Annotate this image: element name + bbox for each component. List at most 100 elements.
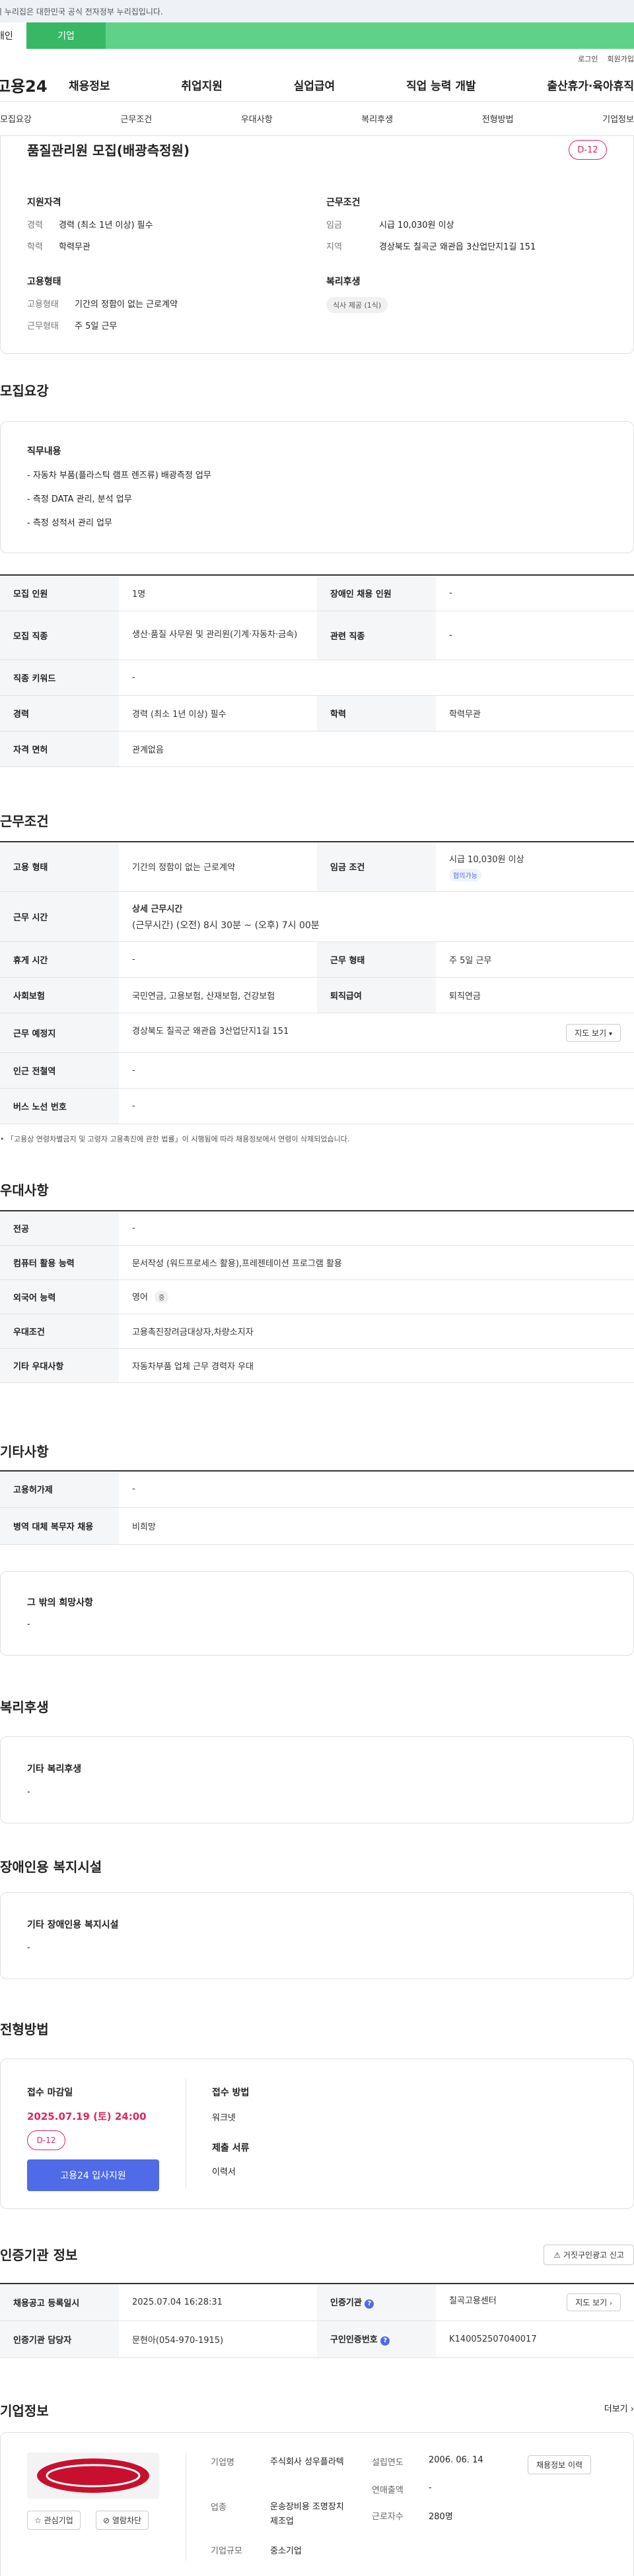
gnb-item-employment-support[interactable]: 취업지원 <box>181 77 223 93</box>
conditions-title: 근무조건 <box>326 197 361 208</box>
welfare-box: 기타 복리후생 - <box>0 1736 634 1823</box>
anchor-preference[interactable]: 우대사항 <box>241 112 273 125</box>
age-law-note: • 「고용상 연령차별금지 및 고령자 고용촉진에 관한 법률」이 시행됨에 따… <box>0 1135 350 1143</box>
company-logo <box>27 2452 159 2499</box>
work-table: 고용 형태 기간의 정함이 없는 근로계약 임금 조건 시급 10,030원 이… <box>0 840 634 1124</box>
login-link[interactable]: 로그인 <box>578 53 598 64</box>
cert-map-button[interactable]: 지도 보기 › <box>567 2293 621 2311</box>
preference-table: 전공 - 컴퓨터 활용 능력 문서작성 (워드프로세스 활용),프레젠테이션 프… <box>0 1210 634 1383</box>
job-summary-card: 품질관리원 모집(배광측정원) D-12 지원자격 경력 경력 (최소 1년 이상… <box>0 136 634 354</box>
gnb-item-job-training[interactable]: 직업 능력 개발 <box>406 77 476 93</box>
etc-wish-box: 그 밖의 희망사항 - <box>0 1571 634 1656</box>
table-row: 컴퓨터 활용 능력 문서작성 (워드프로세스 활용),프레젠테이션 프로그램 활… <box>0 1245 634 1280</box>
info-icon[interactable]: ? <box>365 2299 374 2309</box>
duty-list: - 자동차 부품(플라스틱 램프 렌즈류) 배광측정 업무 - 측정 DATA … <box>27 464 211 535</box>
table-row: 기타 우대사항 자동차부품 업체 근무 경력자 우대 <box>0 1348 634 1383</box>
gov-notice-bar: 이 누리집은 대한민국 공식 전자정부 누리집입니다. <box>0 0 634 22</box>
recruit-section-title: 모집요강 <box>0 383 49 399</box>
employment-block: 고용형태 고용형태 기간의 정함이 없는 근로계약 근무형태 주 5일 근무 <box>27 275 304 341</box>
disabled-facility-box: 기타 장애인용 복지시설 - <box>0 1892 634 1979</box>
alert-icon: ⚠ <box>553 2251 561 2260</box>
note-bullet-icon: • <box>0 1135 5 1143</box>
duty-item: - 측정 성적서 관리 업무 <box>27 518 112 528</box>
favorite-company-button[interactable]: ☆ 관심기업 <box>27 2510 81 2530</box>
recruit-table: 모집 인원 1명 장애인 채용 인원 - 모집 직종 생산·품질 사무원 및 관… <box>0 574 634 767</box>
table-row: 경력 경력 (최소 1년 이상) 필수 학력 학력무관 <box>0 695 634 731</box>
disabled-facility-section-title: 장애인용 복지시설 <box>0 1859 102 1875</box>
company-more-link[interactable]: 더보기 › <box>604 2402 634 2414</box>
anchor-company[interactable]: 기업정보 <box>602 112 634 125</box>
anchor-recruit[interactable]: 모집요강 <box>0 112 32 125</box>
gov-notice-text: 이 누리집은 대한민국 공식 전자정부 누리집입니다. <box>0 7 163 17</box>
anchor-welfare[interactable]: 복리후생 <box>361 112 393 125</box>
table-row: 인증기관 담당자 문현아(054-970-1915) 구인인증번호 ? K140… <box>0 2321 634 2358</box>
chevron-right-icon: › <box>630 2404 634 2414</box>
user-type-tabs: 개인 기업 <box>0 22 634 49</box>
gnb-item-parental-leave[interactable]: 출산휴가·육아휴직 <box>547 77 634 93</box>
table-row: 근무 시간 상세 근무시간 (근무시간) (오전) 8시 30분 ~ (오후) … <box>0 891 634 942</box>
language-level-badge: 중 <box>155 1291 169 1303</box>
duty-title: 직무내용 <box>27 446 61 457</box>
welfare-section-title: 복리후생 <box>0 1699 49 1715</box>
dday-badge: D-12 <box>569 140 607 160</box>
dday-badge: D-12 <box>27 2130 65 2150</box>
job-title: 품질관리원 모집(배광측정원) <box>27 143 190 158</box>
deadline-date: 2025.07.19 (토) 24:00 <box>27 2111 147 2122</box>
map-view-button[interactable]: 지도 보기 ▾ <box>566 1024 621 1042</box>
tab-strip-fill <box>106 22 634 49</box>
welfare-summary-block: 복리후생 식사 제공 (1식) <box>326 275 617 313</box>
table-row: 고용허가제 - <box>0 1470 634 1508</box>
welfare-badge: 식사 제공 (1식) <box>326 297 388 313</box>
info-icon[interactable]: ? <box>380 2336 390 2346</box>
company-name: 주식회사 성우플라텍 <box>270 2457 344 2467</box>
table-row: 전공 - <box>0 1211 634 1246</box>
site-logo[interactable]: 고용24 <box>0 73 69 96</box>
join-link[interactable]: 회원가입 <box>608 53 634 64</box>
gnb-menu: 채용정보 취업지원 실업급여 직업 능력 개발 출산휴가·육아휴직 <box>69 77 634 93</box>
table-row: 고용 형태 기간의 정함이 없는 근로계약 임금 조건 시급 10,030원 이… <box>0 841 634 892</box>
anchor-work[interactable]: 근무조건 <box>120 112 152 125</box>
employment-title: 고용형태 <box>27 277 61 287</box>
false-ad-report-button[interactable]: ⚠ 거짓구인광고 신고 <box>544 2245 634 2265</box>
apply-button[interactable]: 고용24 입사지원 <box>27 2159 159 2191</box>
welfare-summary-title: 복리후생 <box>326 277 361 287</box>
table-row: 휴게 시간 - 근무 형태 주 5일 근무 <box>0 941 634 978</box>
etc-table: 고용허가제 - 병역 대체 복무자 채용 비희망 <box>0 1470 634 1545</box>
block-view-button[interactable]: ⊘ 열람차단 <box>96 2510 149 2530</box>
table-row: 우대조건 고용촉진장려금대상자,차량소지자 <box>0 1314 634 1349</box>
gnb-item-jobs[interactable]: 채용정보 <box>69 77 110 93</box>
table-row: 사회보험 국민연금, 고용보험, 산재보험, 건강보험 퇴직급여 퇴직연금 <box>0 977 634 1013</box>
work-section-title: 근무조건 <box>0 813 49 829</box>
block-icon: ⊘ <box>103 2515 110 2525</box>
star-icon: ☆ <box>34 2515 42 2525</box>
table-row: 인근 전철역 - <box>0 1052 634 1089</box>
utility-bar: 로그인 회원가입 <box>0 49 634 69</box>
hiring-history-button[interactable]: 채용정보 이력 <box>528 2455 592 2474</box>
duty-item: - 측정 DATA 관리, 분석 업무 <box>27 494 132 504</box>
qualification-title: 지원자격 <box>27 197 61 208</box>
table-row: 모집 직종 생산·품질 사무원 및 관리원(기계·자동차·금속) 관련 직종 - <box>0 611 634 660</box>
table-row: 직종 키워드 - <box>0 660 634 696</box>
section-anchor-nav: 모집요강 근무조건 우대사항 복리후생 전형방법 기업정보 <box>0 102 634 136</box>
gnb-item-unemployment-benefit[interactable]: 실업급여 <box>294 77 335 93</box>
chevron-down-icon: ▾ <box>608 1031 612 1038</box>
table-row: 자격 면허 관계없음 <box>0 731 634 767</box>
table-row: 모집 인원 1명 장애인 채용 인원 - <box>0 575 634 611</box>
etc-section-title: 기타사항 <box>0 1443 49 1460</box>
table-row: 채용공고 등록일시 2025.07.04 16:28:31 인증기관 ? 칠곡고… <box>0 2284 634 2321</box>
company-section-title: 기업정보 <box>0 2402 49 2419</box>
tab-personal[interactable]: 개인 <box>0 22 26 49</box>
duty-box: 직무내용 - 자동차 부품(플라스틱 램프 렌즈류) 배광측정 업무 - 측정 … <box>0 421 634 553</box>
process-box: 접수 마감일 2025.07.19 (토) 24:00 D-12 고용24 입사… <box>0 2058 634 2209</box>
table-row: 근무 예정지 경상북도 칠곡군 왜관읍 3산업단지1길 151 지도 보기 ▾ <box>0 1013 634 1053</box>
table-row: 외국어 능력 영어 중 <box>0 1279 634 1314</box>
tab-company[interactable]: 기업 <box>26 22 106 49</box>
company-logo-shape <box>37 2458 149 2493</box>
preference-section-title: 우대사항 <box>0 1182 49 1198</box>
table-row: 버스 노선 번호 - <box>0 1088 634 1124</box>
anchor-process[interactable]: 전형방법 <box>482 112 514 125</box>
duty-item: - 자동차 부품(플라스틱 램프 렌즈류) 배광측정 업무 <box>27 471 211 481</box>
company-box: ☆ 관심기업 ⊘ 열람차단 기업명 주식회사 성우플라텍 업종 운송장비용 조명… <box>0 2431 634 2576</box>
qualification-block: 지원자격 경력 경력 (최소 1년 이상) 필수 학력 학력무관 <box>27 195 304 261</box>
chevron-right-icon: › <box>610 2299 612 2307</box>
